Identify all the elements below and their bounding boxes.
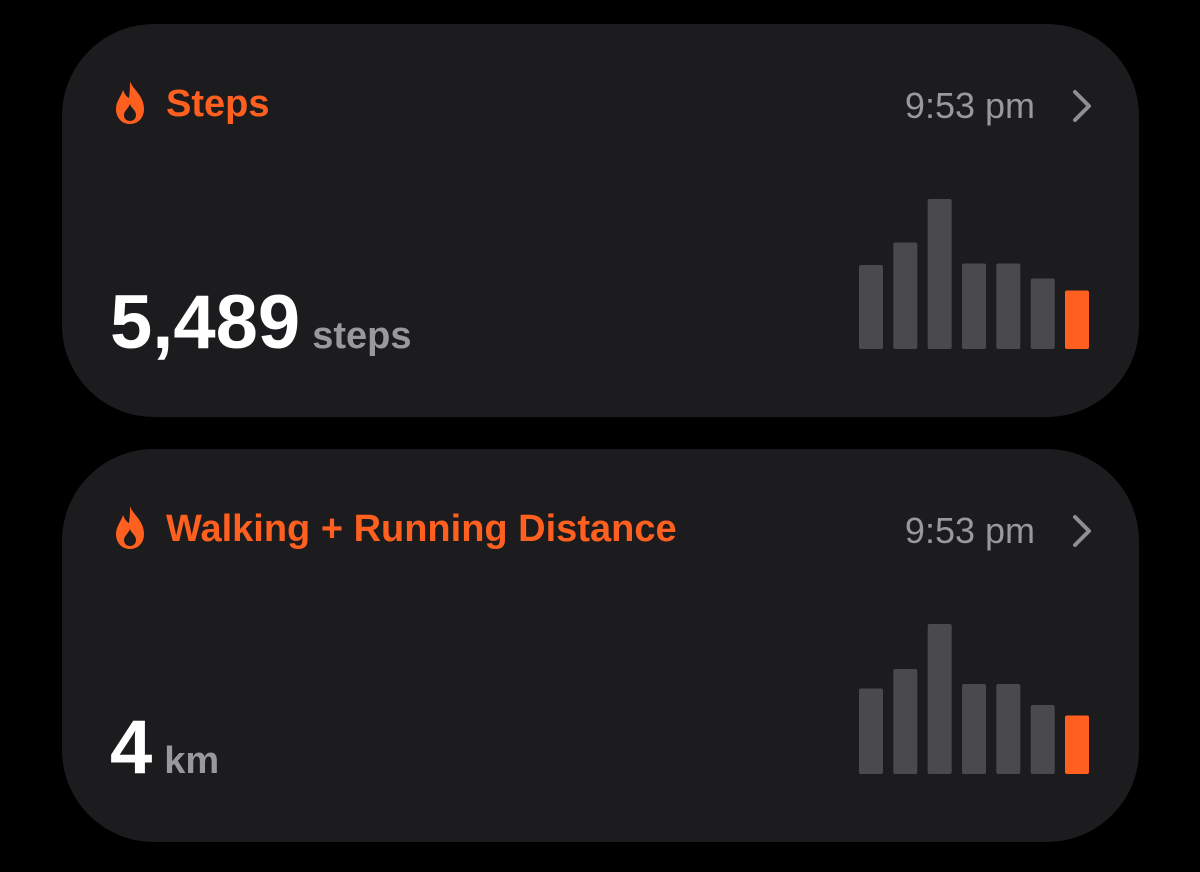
chart-bar [893,669,918,774]
chart-bar [1030,278,1055,349]
flame-icon [116,506,144,549]
chart-bar [859,265,883,349]
card-unit: km [164,740,220,782]
chevron-right-icon[interactable] [1071,513,1093,549]
card-timestamp: 9:53 pm [904,85,1035,126]
card-value-line: 4 km [110,710,219,786]
card-title: Steps [166,83,270,125]
chevron-right-icon[interactable] [1071,88,1093,124]
distance-bar-chart [859,624,1089,774]
card-title: Walking + Running Distance [166,508,677,550]
chart-bar [962,684,986,774]
chart-bar [927,624,952,774]
chart-bar [996,263,1021,349]
card-value-line: 5,489 steps [110,285,411,361]
chart-bar [996,684,1021,774]
card-value: 4 [110,705,153,790]
distance-card[interactable]: Walking + Running Distance 9:53 pm 4 km [62,449,1139,842]
chart-bar [1065,715,1089,774]
flame-icon [116,81,144,124]
card-value: 5,489 [110,280,301,365]
chart-bar [1065,290,1089,349]
steps-bar-chart [859,199,1089,349]
chart-bar [962,263,986,349]
chart-bar [927,199,952,349]
chart-bar [1030,705,1055,774]
steps-card[interactable]: Steps 9:53 pm 5,489 steps [62,24,1139,417]
chart-bar [893,242,918,349]
chart-bar [859,688,883,774]
card-unit: steps [312,315,412,357]
card-timestamp: 9:53 pm [904,510,1035,551]
